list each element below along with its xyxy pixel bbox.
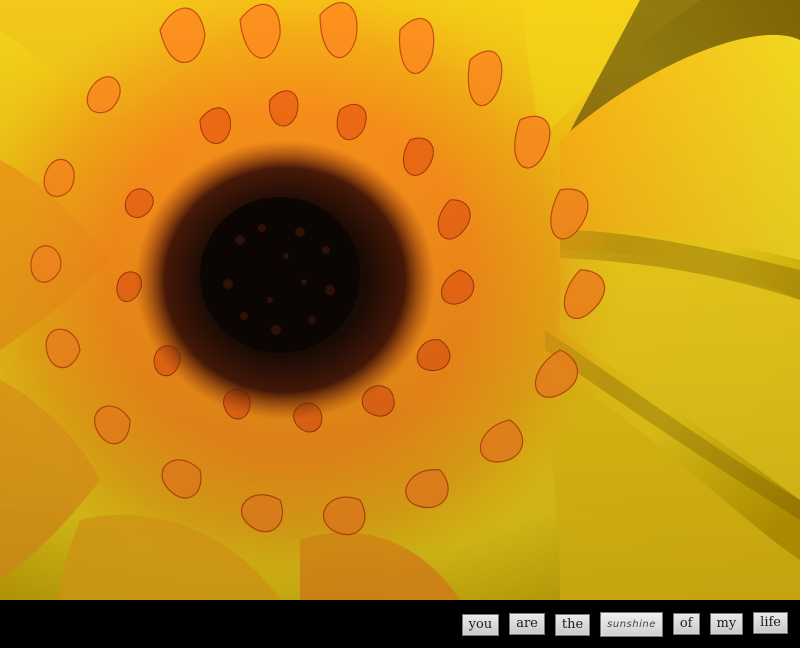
caption-word: life <box>753 612 788 634</box>
caption-word: you <box>461 614 500 636</box>
caption-word: sunshine <box>600 611 663 637</box>
caption-word: of <box>672 613 700 635</box>
flower-photo <box>0 0 800 600</box>
caption-word: the <box>554 614 591 636</box>
flower-image <box>0 0 800 600</box>
caption-word: are <box>509 613 545 635</box>
caption-bar: you are the sunshine of my life <box>0 600 800 648</box>
page: you are the sunshine of my life <box>0 0 800 648</box>
magnetic-poetry-caption: you are the sunshine of my life <box>461 609 788 639</box>
caption-word: my <box>709 613 744 635</box>
